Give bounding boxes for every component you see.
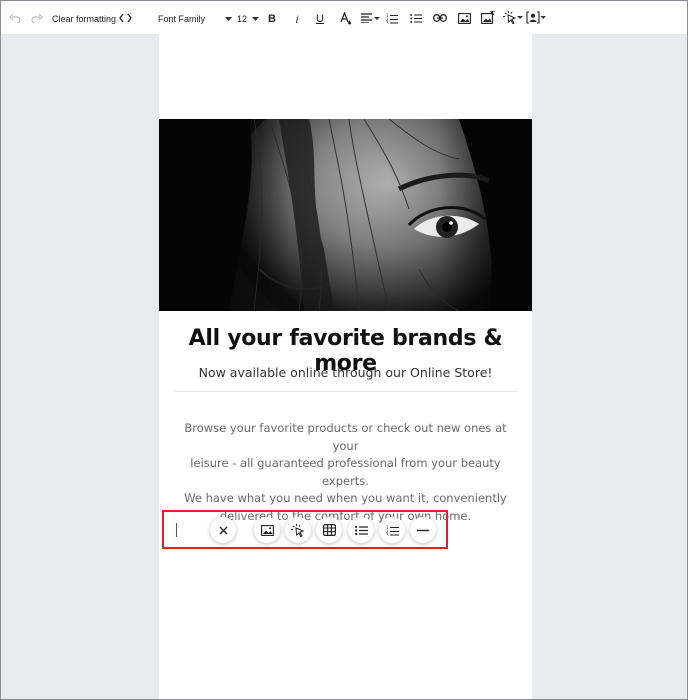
hero-image: [159, 119, 532, 311]
svg-text:3: 3: [386, 20, 389, 24]
font-family-select[interactable]: Font Family: [158, 9, 232, 29]
image-icon[interactable]: [456, 8, 472, 28]
redo-icon[interactable]: [29, 8, 45, 28]
code-icon[interactable]: [117, 8, 133, 28]
italic-icon[interactable]: i: [290, 9, 304, 29]
cursor-click-icon[interactable]: [503, 7, 523, 27]
clear-formatting-button[interactable]: Clear formatting: [52, 9, 116, 29]
underline-icon[interactable]: U: [313, 9, 327, 29]
subheadline: Now available online through our Online …: [198, 365, 493, 380]
cursor-click-icon[interactable]: [285, 517, 311, 543]
link-icon[interactable]: [432, 8, 448, 28]
bullet-list-icon[interactable]: [348, 517, 374, 543]
email-canvas: All your favorite brands & more Now avai…: [159, 34, 532, 699]
font-family-label: Font Family: [158, 14, 206, 24]
chevron-down-icon: [225, 16, 232, 21]
image-icon[interactable]: [254, 517, 280, 543]
font-size-value: 12: [237, 14, 248, 24]
image-edit-icon[interactable]: [480, 7, 496, 27]
numbered-list-icon[interactable]: 123: [385, 8, 399, 28]
bullet-list-icon[interactable]: [409, 8, 423, 28]
text-caret[interactable]: [176, 523, 177, 537]
body-line: Browse your favorite products or check o…: [184, 421, 507, 453]
undo-icon[interactable]: [7, 8, 23, 28]
text-color-icon[interactable]: [337, 8, 353, 28]
insert-block-toolbar: 123: [162, 510, 448, 549]
chevron-down-icon: [252, 16, 259, 21]
person-placeholder-icon[interactable]: [526, 7, 546, 27]
svg-text:3: 3: [386, 532, 389, 536]
align-icon[interactable]: [360, 8, 380, 28]
divider: [175, 391, 518, 392]
font-size-select[interactable]: 12: [237, 9, 259, 29]
close-icon[interactable]: [210, 517, 236, 543]
numbered-list-icon[interactable]: 123: [379, 517, 405, 543]
body-line: We have what you need when you want it, …: [184, 491, 507, 505]
body-line: leisure - all guaranteed professional fr…: [190, 456, 501, 488]
editor-toolbar: Clear formatting Font Family 12 B i U 12…: [1, 1, 687, 34]
bold-icon[interactable]: B: [265, 9, 279, 29]
horizontal-rule-icon[interactable]: [410, 517, 436, 543]
table-icon[interactable]: [316, 517, 342, 543]
